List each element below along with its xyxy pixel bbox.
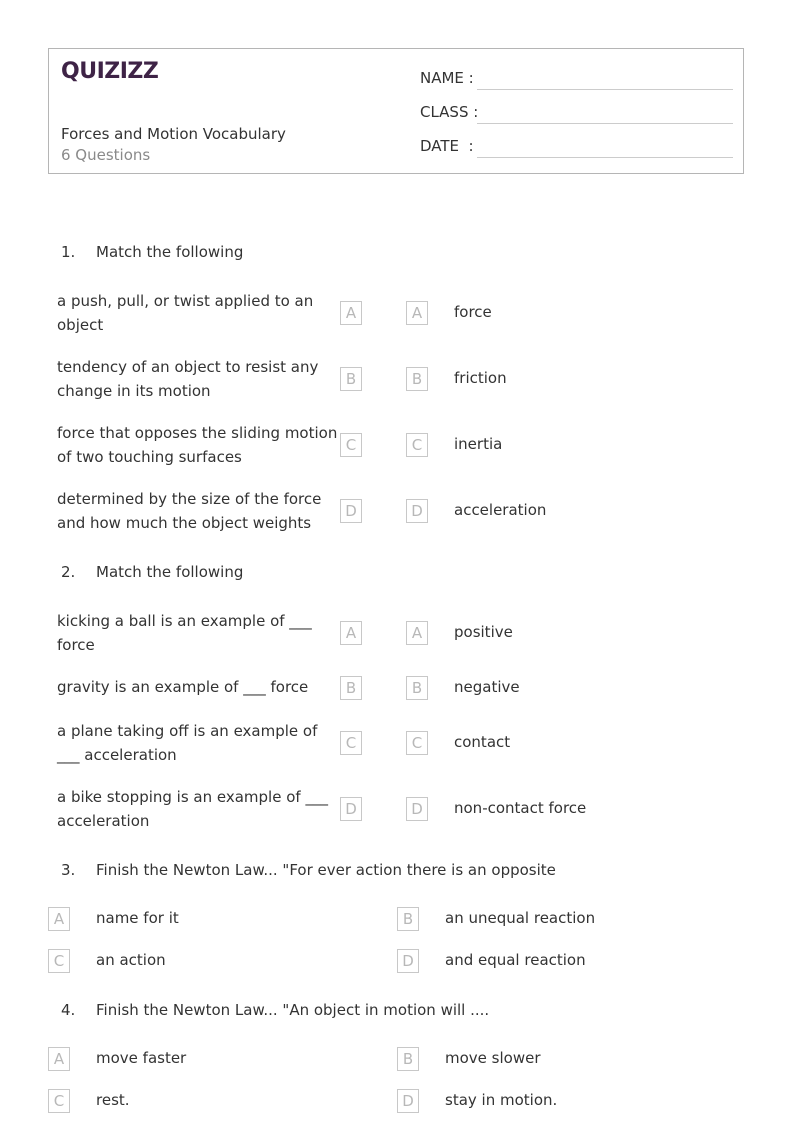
match-left-item: a bike stopping is an example of ___ acc… — [57, 788, 328, 830]
option-letter-box: D — [406, 797, 428, 821]
question-number: 3. — [61, 861, 76, 879]
answer-box[interactable]: B — [340, 367, 362, 391]
class-label: CLASS : — [420, 103, 479, 121]
worksheet-header: QUIZIZZ Forces and Motion Vocabulary 6 Q… — [48, 48, 744, 174]
option-letter-box: B — [406, 676, 428, 700]
match-left-item: determined by the size of the force and … — [57, 490, 322, 532]
class-field[interactable] — [477, 123, 733, 124]
match-left-item: a plane taking off is an example of ___ … — [57, 722, 318, 764]
option-a-box[interactable]: A — [48, 907, 70, 931]
match-right-item: negative — [454, 678, 520, 696]
option-b-text: move slower — [445, 1049, 541, 1067]
match-right-item: force — [454, 303, 492, 321]
option-letter-box: C — [406, 433, 428, 457]
question-prompt: Match the following — [96, 563, 244, 581]
answer-box[interactable]: A — [340, 621, 362, 645]
option-letter-box: A — [406, 301, 428, 325]
match-left-item: kicking a ball is an example of ___ forc… — [57, 612, 312, 654]
question-count: 6 Questions — [61, 146, 151, 164]
option-d-box[interactable]: D — [397, 949, 419, 973]
match-right-item: acceleration — [454, 501, 547, 519]
match-left-item: tendency of an object to resist any chan… — [57, 358, 319, 400]
match-left-item: force that opposes the sliding motion of… — [57, 424, 338, 466]
answer-box[interactable]: C — [340, 433, 362, 457]
option-d-text: stay in motion. — [445, 1091, 558, 1109]
match-right-item: non-contact force — [454, 799, 587, 817]
question-prompt: Match the following — [96, 243, 244, 261]
option-c-box[interactable]: C — [48, 1089, 70, 1113]
date-field[interactable] — [477, 157, 733, 158]
answer-box[interactable]: D — [340, 797, 362, 821]
answer-box[interactable]: C — [340, 731, 362, 755]
answer-box[interactable]: D — [340, 499, 362, 523]
option-b-box[interactable]: B — [397, 907, 419, 931]
worksheet-title: Forces and Motion Vocabulary — [61, 125, 286, 143]
match-right-item: inertia — [454, 435, 503, 453]
option-b-text: an unequal reaction — [445, 909, 596, 927]
option-a-text: name for it — [96, 909, 179, 927]
answer-box[interactable]: B — [340, 676, 362, 700]
match-left-item: a push, pull, or twist applied to an obj… — [57, 292, 314, 334]
option-c-box[interactable]: C — [48, 949, 70, 973]
option-d-box[interactable]: D — [397, 1089, 419, 1113]
quizizz-logo: QUIZIZZ — [61, 59, 159, 84]
option-a-box[interactable]: A — [48, 1047, 70, 1071]
option-d-text: and equal reaction — [445, 951, 586, 969]
option-c-text: rest. — [96, 1091, 130, 1109]
option-letter-box: A — [406, 621, 428, 645]
name-field[interactable] — [477, 89, 733, 90]
match-right-item: positive — [454, 623, 513, 641]
match-right-item: friction — [454, 369, 507, 387]
match-left-item: gravity is an example of ___ force — [57, 678, 309, 696]
question-number: 1. — [61, 243, 76, 261]
option-letter-box: D — [406, 499, 428, 523]
option-a-text: move faster — [96, 1049, 187, 1067]
question-prompt: Finish the Newton Law... "An object in m… — [96, 1001, 490, 1019]
question-number: 2. — [61, 563, 76, 581]
question-number: 4. — [61, 1001, 76, 1019]
option-letter-box: B — [406, 367, 428, 391]
match-right-item: contact — [454, 733, 511, 751]
date-label: DATE : — [420, 137, 474, 155]
option-letter-box: C — [406, 731, 428, 755]
answer-box[interactable]: A — [340, 301, 362, 325]
question-prompt: Finish the Newton Law... "For ever actio… — [96, 861, 556, 879]
option-b-box[interactable]: B — [397, 1047, 419, 1071]
option-c-text: an action — [96, 951, 166, 969]
name-label: NAME : — [420, 69, 474, 87]
